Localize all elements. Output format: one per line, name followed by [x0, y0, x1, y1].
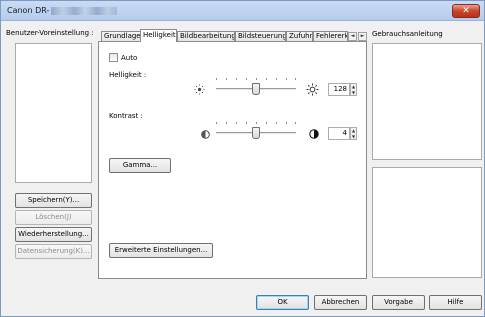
default-button[interactable]: Vorgabe	[372, 295, 425, 310]
contrast-label: Kontrast :	[109, 112, 143, 120]
contrast-value-input[interactable]: 4	[328, 127, 350, 140]
tab-helligkeit[interactable]: Helligkeit	[140, 29, 177, 42]
preset-label: Benutzer-Voreinstellung :	[6, 29, 94, 37]
spin-down-icon[interactable]: ▼	[351, 90, 356, 96]
gamma-button[interactable]: Gamma...	[109, 158, 171, 173]
contrast-high-icon	[309, 129, 319, 142]
contrast-low-icon	[201, 130, 210, 142]
tab-scroll-left-button[interactable]: ◄	[348, 32, 357, 41]
close-icon: ✕	[462, 6, 470, 16]
sun-bright-icon	[306, 83, 319, 99]
brightness-label: Helligkeit :	[109, 71, 147, 79]
sun-dim-icon	[194, 84, 205, 98]
spin-down-icon[interactable]: ▼	[351, 134, 356, 140]
arrow-left-icon: ◄	[350, 33, 355, 39]
preset-list[interactable]	[15, 43, 92, 183]
help-panel	[372, 43, 482, 160]
save-preset-button[interactable]: Speichern(Y)...	[15, 193, 92, 208]
delete-preset-button[interactable]: Löschen(J)	[15, 210, 92, 225]
title-redacted-area	[51, 6, 118, 15]
window-title-text: Canon DR-	[7, 6, 50, 15]
auto-checkbox[interactable]	[109, 53, 118, 62]
title-bar[interactable]: Canon DR- ✕	[1, 1, 484, 21]
dialog-window: Canon DR- ✕ Benutzer-Voreinstellung : Sp…	[0, 0, 485, 317]
contrast-spinner[interactable]: ▲ ▼	[350, 127, 357, 140]
cancel-button[interactable]: Abbrechen	[314, 295, 367, 310]
advanced-settings-button[interactable]: Erweiterte Einstellungen...	[109, 243, 213, 258]
restore-button[interactable]: Wiederherstellung...	[15, 227, 92, 242]
help-panel-label: Gebrauchsanleitung	[372, 30, 443, 38]
close-button[interactable]: ✕	[452, 4, 480, 18]
tab-panel-helligkeit: Auto Helligkeit : 128 ▲ ▼ Kontrast: 4 ▲…	[98, 41, 367, 279]
help-button[interactable]: Hilfe	[429, 295, 482, 310]
brightness-value-input[interactable]: 128	[328, 83, 350, 96]
help-preview-panel	[372, 167, 482, 278]
arrow-right-icon: ►	[360, 33, 365, 39]
backup-button[interactable]: Datensicherung(K)...	[15, 244, 92, 259]
contrast-slider-thumb[interactable]	[252, 127, 260, 139]
ok-button[interactable]: OK	[256, 295, 309, 310]
brightness-slider-thumb[interactable]	[252, 83, 260, 95]
brightness-slider[interactable]	[216, 78, 296, 98]
window-title: Canon DR-	[7, 6, 118, 15]
brightness-spinner[interactable]: ▲ ▼	[350, 83, 357, 96]
tab-scroll-right-button[interactable]: ►	[358, 32, 367, 41]
contrast-slider[interactable]	[216, 122, 296, 142]
auto-label: Auto	[121, 54, 138, 62]
